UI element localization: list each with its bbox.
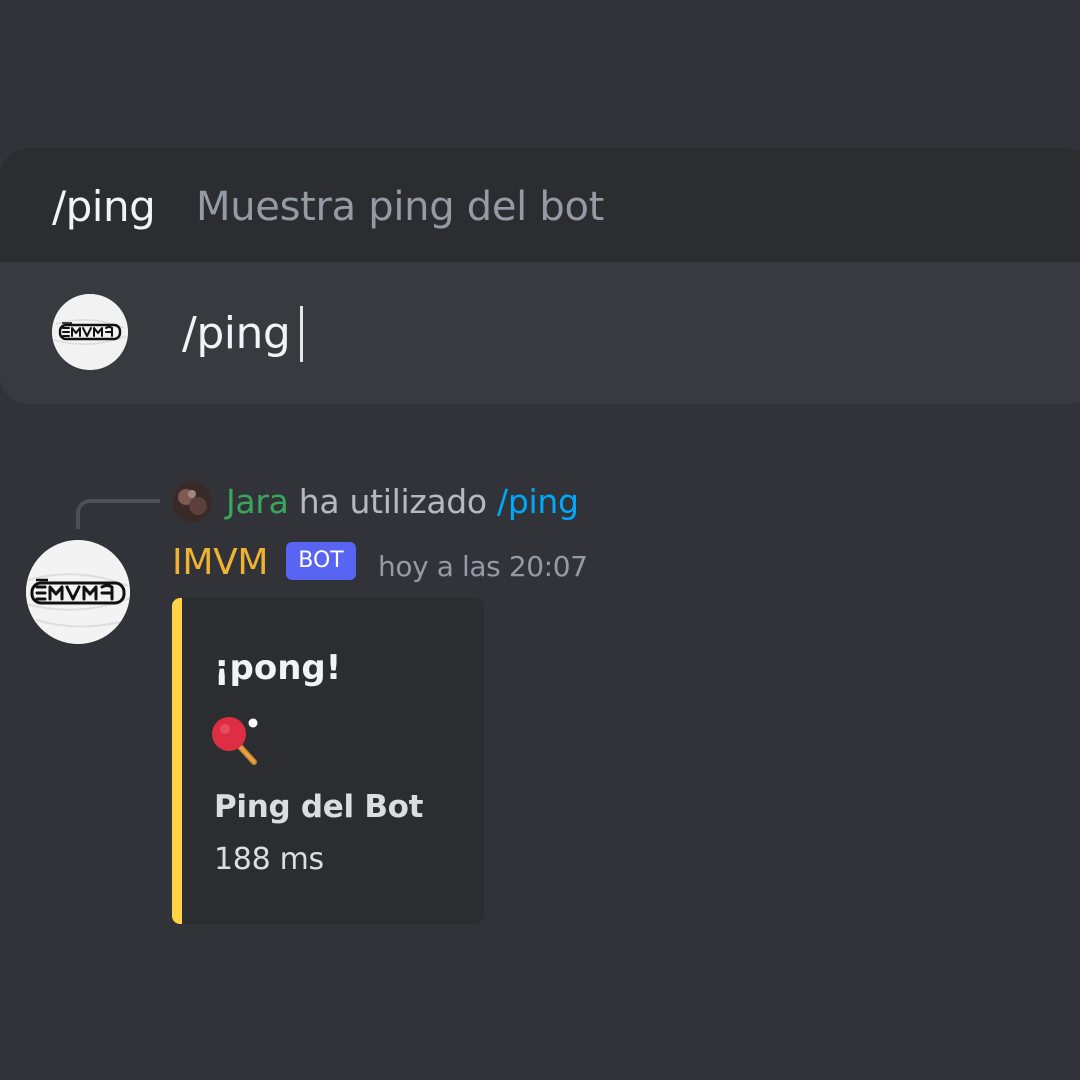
- embed-accent-bar: [172, 598, 182, 924]
- embed-field-value: 188 ms: [214, 842, 324, 877]
- reply-action-text: ha utilizado: [298, 482, 487, 521]
- slash-command-panel: /ping Muestra ping del bot /ping: [0, 148, 1080, 404]
- message-timestamp[interactable]: hoy a las 20:07: [378, 548, 588, 586]
- message-author-name[interactable]: IMVM: [172, 540, 268, 586]
- embed-title: ¡pong!: [214, 648, 342, 688]
- text-caret: [300, 306, 304, 362]
- bot-badge: BOT: [286, 542, 356, 580]
- message-author-avatar[interactable]: [26, 540, 130, 644]
- ping-pong-icon: [210, 714, 266, 770]
- embed-field-name: Ping del Bot: [214, 789, 424, 825]
- suggestion-command-name: /ping: [52, 182, 156, 231]
- bot-avatar-icon: [52, 294, 128, 370]
- reply-command-link[interactable]: /ping: [497, 482, 579, 521]
- reply-connector: [76, 499, 160, 529]
- reply-context: Jara ha utilizado /ping: [226, 480, 579, 524]
- message-input[interactable]: /ping: [182, 306, 304, 362]
- message-embed: ¡pong! Ping del Bot 188 ms: [172, 598, 484, 924]
- message-input-value: /ping: [182, 308, 291, 359]
- reply-username[interactable]: Jara: [226, 482, 289, 521]
- command-suggestion-ping[interactable]: /ping Muestra ping del bot: [0, 148, 1080, 262]
- suggestion-command-description: Muestra ping del bot: [196, 184, 605, 230]
- reply-user-avatar[interactable]: [172, 482, 212, 522]
